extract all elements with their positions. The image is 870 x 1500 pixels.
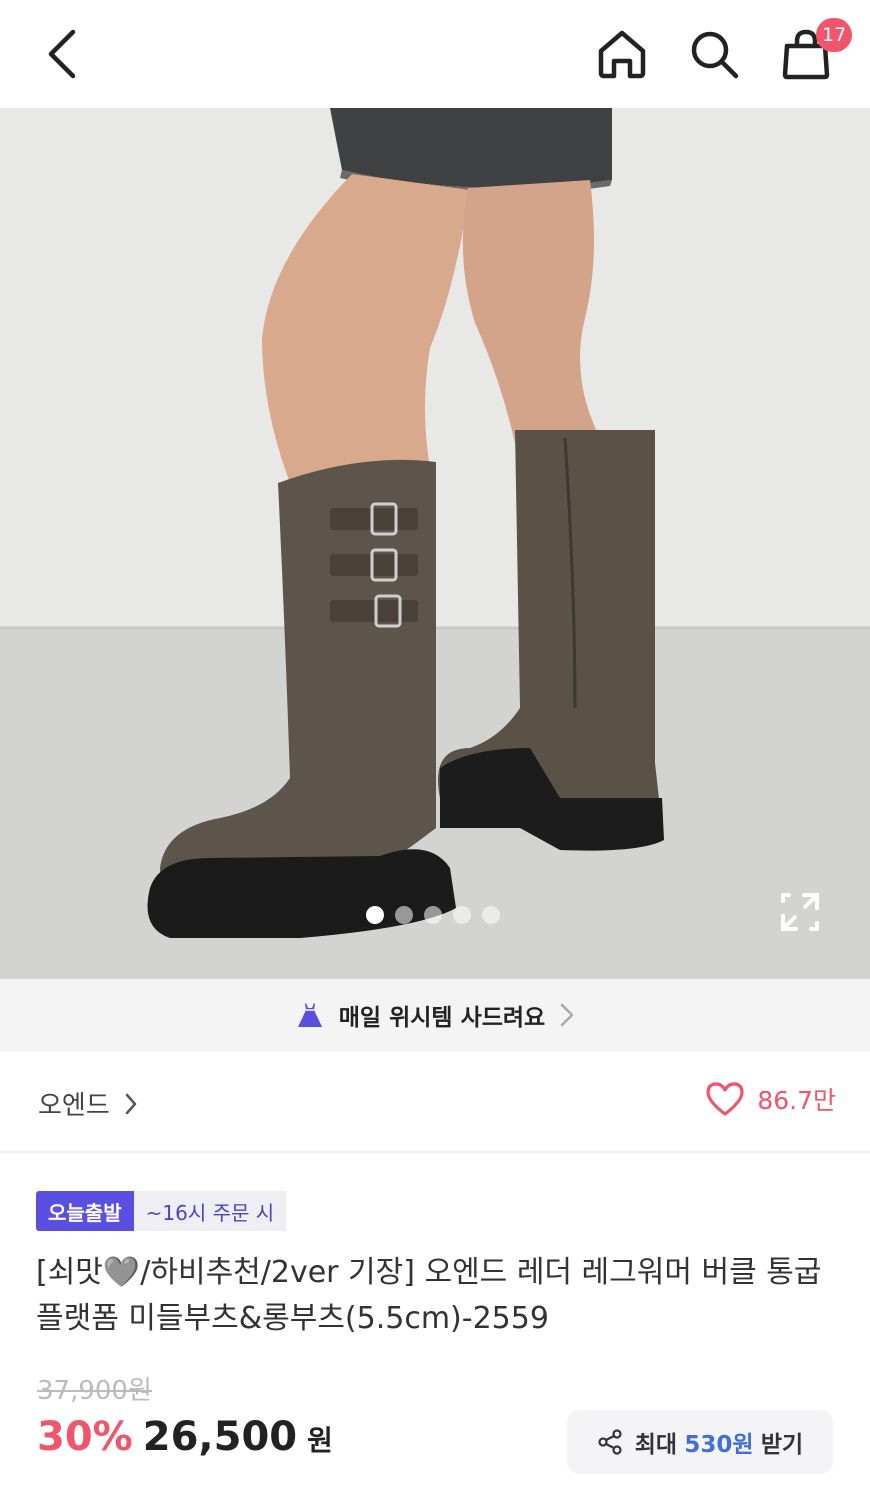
heart-icon xyxy=(706,1082,744,1116)
today-shipping-badge: 오늘출발 xyxy=(36,1191,134,1231)
back-button[interactable] xyxy=(34,24,90,84)
currency-label: 원 xyxy=(307,1424,333,1457)
price-row: 30% 26,500 원 xyxy=(37,1414,333,1460)
home-icon xyxy=(598,30,646,79)
shop-link[interactable]: 오엔드 xyxy=(38,1085,138,1122)
home-button[interactable] xyxy=(590,22,654,86)
pagination-dot[interactable] xyxy=(366,906,384,924)
like-count: 86.7만 xyxy=(757,1086,836,1115)
discount-rate: 30% xyxy=(37,1414,133,1460)
chevron-left-icon xyxy=(48,29,76,79)
pagination-dot[interactable] xyxy=(453,906,471,924)
dress-icon xyxy=(297,1003,322,1027)
coupon-button[interactable]: 최대 530원 받기 xyxy=(567,1410,833,1474)
cart-count-badge: 17 xyxy=(816,18,853,52)
coupon-prefix: 최대 xyxy=(634,1432,678,1458)
top-bar: 17 xyxy=(0,0,870,108)
gallery-pagination xyxy=(366,906,500,924)
share-icon xyxy=(598,1429,622,1455)
coupon-suffix: 받기 xyxy=(760,1432,804,1458)
product-image-gallery[interactable] xyxy=(0,108,870,979)
expand-image-button[interactable] xyxy=(776,888,824,936)
shop-name: 오엔드 xyxy=(38,1091,110,1121)
like-button[interactable]: 86.7만 xyxy=(705,1081,836,1117)
search-icon xyxy=(691,31,739,79)
original-price: 37,900원 xyxy=(37,1376,152,1406)
pagination-dot[interactable] xyxy=(424,906,442,924)
order-cutoff-badge: ~16시 주문 시 xyxy=(133,1191,287,1231)
product-title: [쇠맛🩶/하비추천/2ver 기장] 오엔드 레더 레그워머 버클 통굽 플랫폼… xyxy=(36,1255,822,1336)
chevron-right-icon xyxy=(560,1003,574,1027)
sale-price: 26,500 xyxy=(142,1414,298,1460)
shop-row: 오엔드 86.7만 xyxy=(0,1051,870,1153)
banner-text: 매일 위시템 사드려요 xyxy=(338,1005,546,1031)
product-photo xyxy=(0,108,870,979)
chevron-right-icon xyxy=(125,1093,137,1114)
pagination-dot[interactable] xyxy=(482,906,500,924)
search-button[interactable] xyxy=(682,22,746,86)
cart-button[interactable]: 17 xyxy=(774,18,853,86)
coupon-amount: 530원 xyxy=(684,1432,754,1458)
expand-icon xyxy=(781,893,819,931)
pagination-dot[interactable] xyxy=(395,906,413,924)
promo-banner[interactable]: 매일 위시템 사드려요 xyxy=(0,979,870,1051)
delivery-tags: 오늘출발 ~16시 주문 시 xyxy=(36,1191,287,1231)
